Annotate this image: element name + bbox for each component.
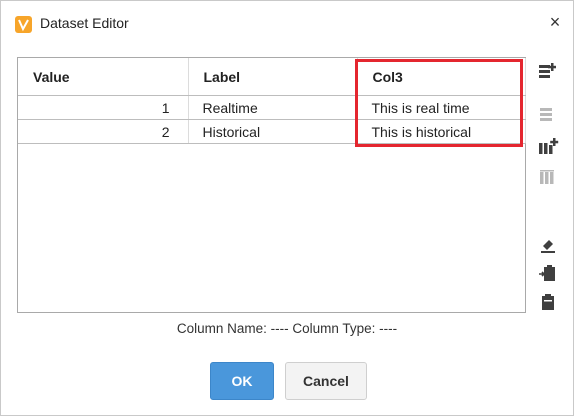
paste-icon[interactable]: [537, 262, 559, 284]
table-cell-col3[interactable]: This is historical: [357, 119, 526, 144]
add-row-icon[interactable]: [537, 61, 559, 83]
column-header-label[interactable]: Label: [188, 58, 358, 96]
table-cell-label[interactable]: Realtime: [188, 95, 358, 120]
ok-button[interactable]: OK: [210, 362, 274, 400]
table-header-row: Value Label Col3: [18, 58, 526, 96]
table-row[interactable]: 2 Historical This is historical: [18, 119, 526, 144]
column-header-value[interactable]: Value: [18, 58, 189, 96]
column-info: Column Name: ---- Column Type: ----: [176, 321, 398, 336]
cancel-button[interactable]: Cancel: [285, 362, 367, 400]
close-button[interactable]: ×: [544, 11, 566, 33]
window-title: Dataset Editor: [40, 15, 129, 31]
table-cell-col3[interactable]: This is real time: [357, 95, 526, 120]
table-cell-value[interactable]: 2: [18, 119, 189, 144]
column-header-col3[interactable]: Col3: [357, 58, 526, 96]
table-cell-label[interactable]: Historical: [188, 119, 358, 144]
remove-row-icon: [537, 103, 559, 125]
app-icon: [15, 16, 32, 33]
remove-column-icon: [537, 166, 559, 188]
add-column-icon[interactable]: [537, 136, 559, 158]
dataset-table: Value Label Col3 1 Realtime This is real…: [17, 57, 526, 313]
clipboard-icon[interactable]: [537, 291, 559, 313]
table-row[interactable]: 1 Realtime This is real time: [18, 95, 526, 120]
dataset-editor-dialog: Dataset Editor × Value Label Col3 1 Real…: [0, 0, 574, 416]
table-cell-value[interactable]: 1: [18, 95, 189, 120]
edit-column-icon[interactable]: [537, 233, 559, 255]
title-bar: Dataset Editor ×: [1, 1, 573, 47]
